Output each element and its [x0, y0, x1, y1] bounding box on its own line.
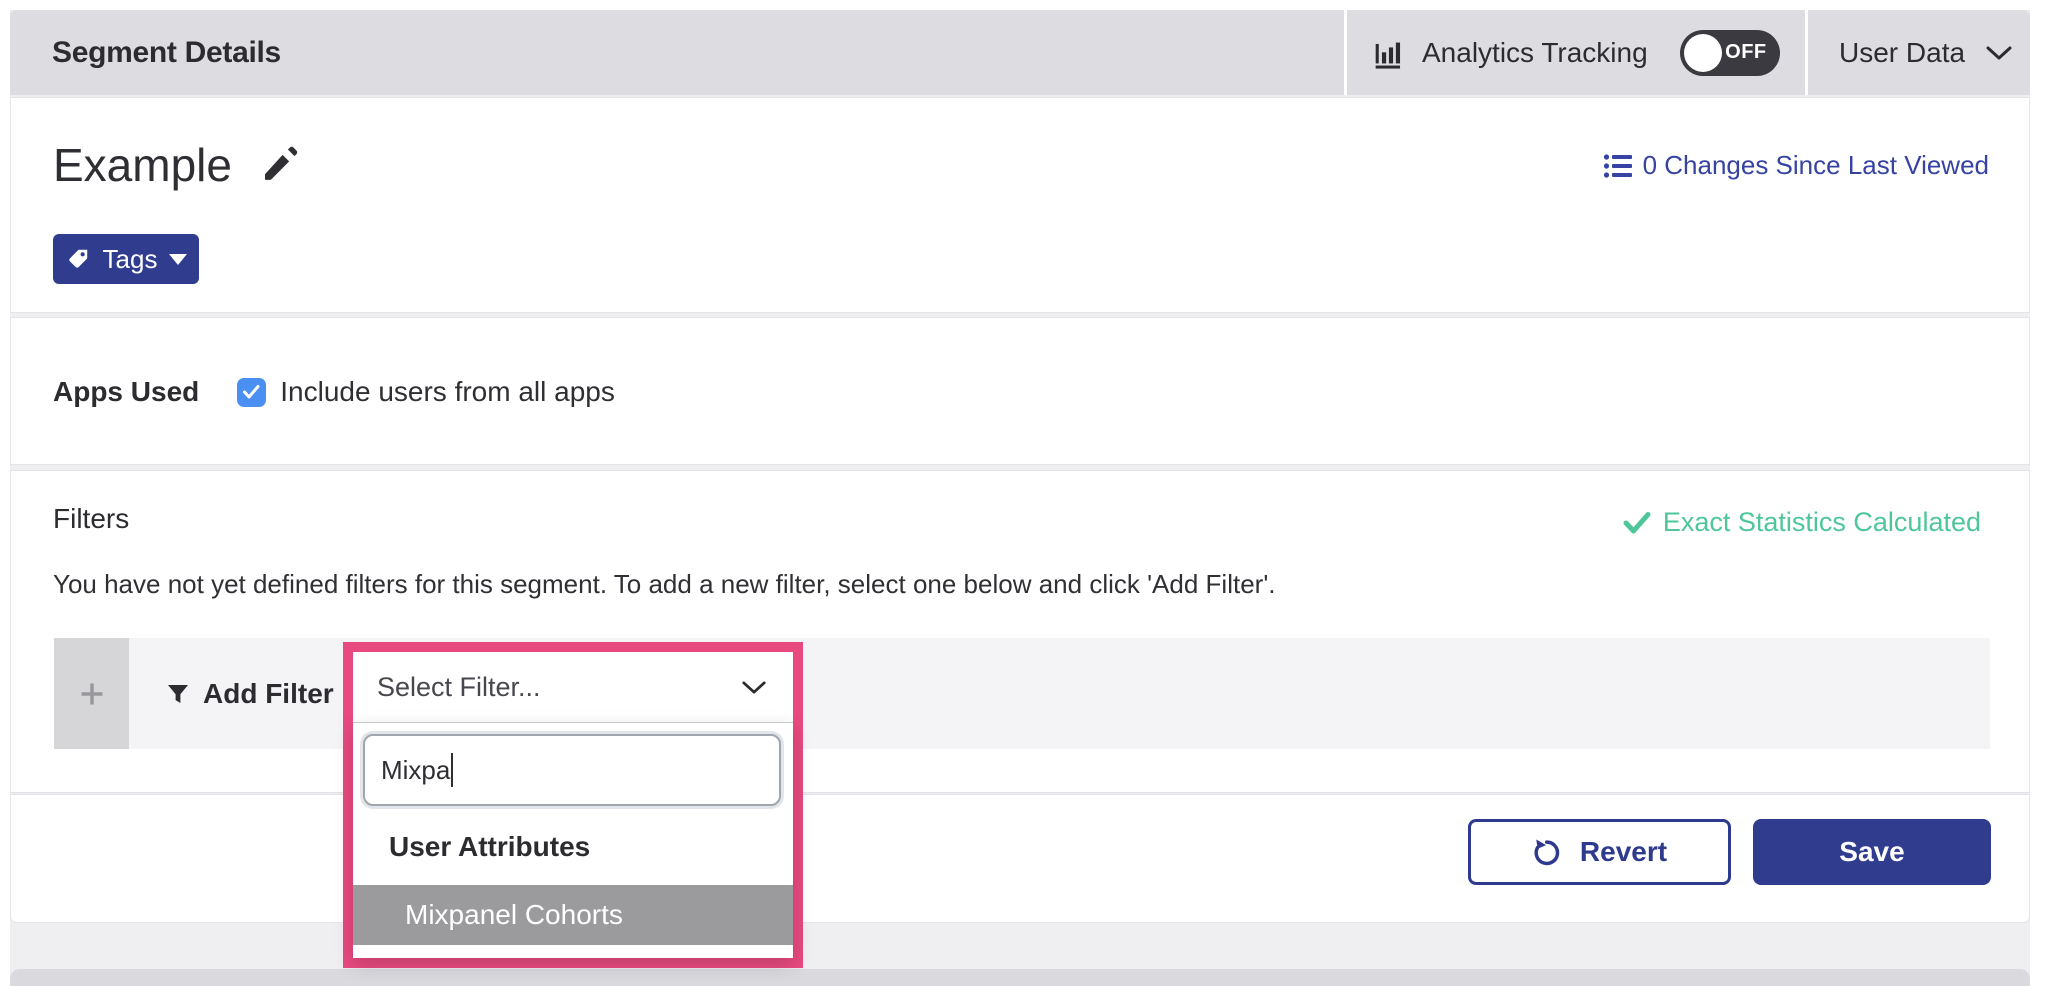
toggle-knob — [1684, 34, 1722, 72]
apps-used-label: Apps Used — [53, 376, 199, 408]
changes-since-last-viewed-link[interactable]: 0 Changes Since Last Viewed — [1603, 150, 1989, 181]
header-divider — [1344, 10, 1347, 95]
include-all-apps-checkbox[interactable] — [237, 378, 266, 407]
text-cursor — [451, 753, 453, 787]
next-section-header-partial — [10, 969, 2030, 986]
analytics-tracking-control: Analytics Tracking OFF — [1374, 10, 1780, 95]
filter-select[interactable]: Select Filter... — [353, 652, 793, 723]
analytics-tracking-toggle[interactable]: OFF — [1680, 30, 1780, 76]
actions-section: Revert Save — [10, 794, 2030, 923]
caret-down-icon — [169, 254, 187, 265]
segment-details-page: Segment Details Analytics Tracking OFF — [0, 0, 2046, 986]
dropdown-option-mixpanel-cohorts[interactable]: Mixpanel Cohorts — [353, 885, 793, 945]
filters-empty-message: You have not yet defined filters for thi… — [53, 569, 1276, 600]
header-divider — [1805, 10, 1808, 95]
chevron-down-icon — [741, 679, 767, 696]
page-title: Segment Details — [52, 10, 281, 95]
content-container: Segment Details Analytics Tracking OFF — [10, 10, 2030, 986]
filter-search-input[interactable]: Mixpa — [363, 734, 781, 806]
user-data-label: User Data — [1839, 37, 1965, 69]
funnel-filter-icon — [166, 682, 190, 706]
revert-undo-icon — [1532, 836, 1564, 868]
filter-search-text: Mixpa — [381, 755, 450, 786]
changes-link-text: 0 Changes Since Last Viewed — [1643, 150, 1989, 181]
dropdown-group-header: User Attributes — [389, 831, 590, 863]
filter-dropdown-panel: Mixpa User Attributes Mixpanel Cohorts — [353, 723, 793, 958]
filter-select-value: Select Filter... — [377, 672, 541, 703]
exact-statistics-label: Exact Statistics Calculated — [1663, 507, 1981, 538]
top-header-bar: Segment Details Analytics Tracking OFF — [10, 10, 2030, 95]
analytics-tracking-label: Analytics Tracking — [1422, 37, 1648, 69]
tags-button-label: Tags — [103, 244, 158, 275]
add-filter-label-text: Add Filter — [203, 678, 334, 710]
changelog-list-icon — [1603, 153, 1633, 179]
filters-heading: Filters — [53, 503, 129, 535]
revert-button[interactable]: Revert — [1468, 819, 1731, 885]
include-all-apps-label: Include users from all apps — [280, 376, 615, 408]
apps-used-section: Apps Used Include users from all apps — [10, 317, 2030, 465]
bar-chart-icon — [1374, 37, 1408, 69]
toggle-state-label: OFF — [1725, 30, 1767, 76]
chevron-down-icon — [1985, 44, 2013, 62]
filters-section: Filters Exact Statistics Calculated You … — [10, 470, 2030, 793]
edit-pencil-icon[interactable] — [258, 144, 300, 186]
segment-title-section: Example 0 Changes Since Last View — [10, 97, 2030, 313]
tags-button[interactable]: Tags — [53, 234, 199, 284]
exact-statistics-status: Exact Statistics Calculated — [1623, 507, 1981, 538]
add-filter-label: Add Filter — [166, 638, 334, 749]
segment-name: Example — [53, 138, 232, 192]
revert-button-label: Revert — [1580, 836, 1667, 868]
check-icon — [1623, 511, 1651, 535]
save-button[interactable]: Save — [1753, 819, 1991, 885]
user-data-dropdown[interactable]: User Data — [1839, 10, 2013, 95]
tag-icon — [65, 246, 91, 272]
annotation-highlight-box: Select Filter... Mixpa User Attributes M… — [343, 642, 803, 968]
add-filter-plus-button[interactable] — [54, 638, 129, 749]
save-button-label: Save — [1839, 836, 1904, 868]
